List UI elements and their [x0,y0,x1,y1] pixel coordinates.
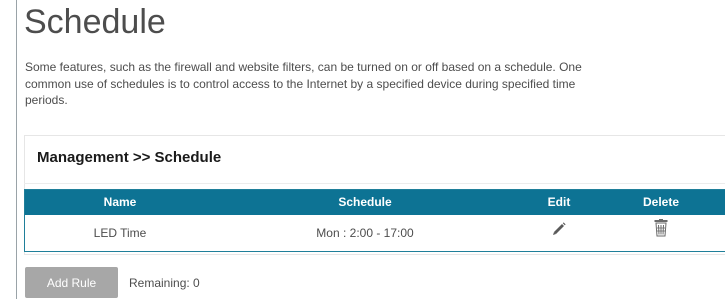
column-header-delete: Delete [642,195,680,209]
add-rule-button[interactable]: Add Rule [25,267,118,298]
column-header-schedule: Schedule [338,195,392,209]
left-frame-border [16,0,17,299]
page-description: Some features, such as the firewall and … [25,60,582,107]
column-header-edit: Edit [547,195,571,209]
page-title: Schedule [24,3,166,41]
pencil-icon[interactable] [551,215,567,252]
panel-divider [24,183,725,184]
table-header-row: Name Schedule Edit Delete [25,190,725,215]
rule-name-cell: LED Time [93,226,147,240]
remaining-count: Remaining: 0 [129,276,200,290]
panel-heading: Management >> Schedule [37,149,222,166]
rule-schedule-cell: Mon : 2:00 - 17:00 [316,226,414,240]
column-header-name: Name [103,195,137,209]
delete-cell [603,215,719,252]
schedule-table: Name Schedule Edit Delete LED Time Mon :… [24,189,725,252]
trash-icon[interactable] [654,215,668,252]
edit-cell [515,215,603,252]
